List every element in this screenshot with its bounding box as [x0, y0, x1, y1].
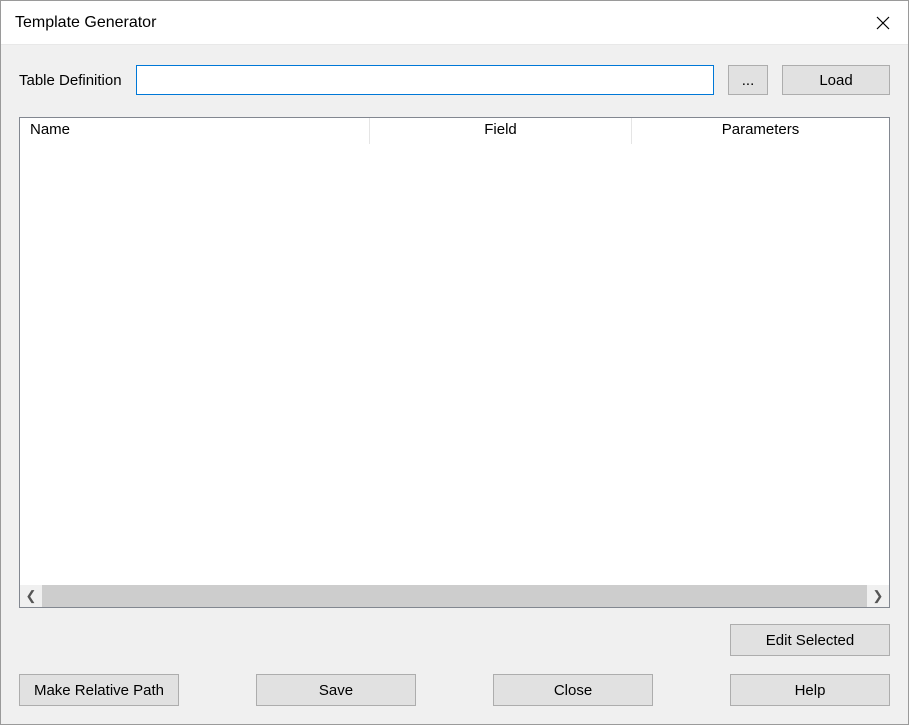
- titlebar: Template Generator: [1, 1, 908, 45]
- close-button[interactable]: Close: [493, 674, 653, 706]
- window: Template Generator Table Definition ... …: [0, 0, 909, 725]
- horizontal-scrollbar[interactable]: ❮ ❯: [20, 585, 889, 607]
- edit-selected-button[interactable]: Edit Selected: [730, 624, 890, 656]
- grid: Name Field Parameters ❮ ❯: [19, 117, 890, 608]
- column-header-field[interactable]: Field: [370, 118, 632, 144]
- column-header-parameters[interactable]: Parameters: [632, 118, 889, 144]
- scroll-left-icon[interactable]: ❮: [20, 585, 42, 607]
- scroll-right-icon[interactable]: ❯: [867, 585, 889, 607]
- make-relative-path-button[interactable]: Make Relative Path: [19, 674, 179, 706]
- scroll-thumb[interactable]: [42, 585, 867, 607]
- client-area: Table Definition ... Load Name Field Par…: [1, 45, 908, 724]
- table-definition-label: Table Definition: [19, 72, 122, 89]
- load-button[interactable]: Load: [782, 65, 890, 95]
- close-icon[interactable]: [858, 1, 908, 45]
- grid-header: Name Field Parameters: [20, 118, 889, 144]
- column-header-name[interactable]: Name: [20, 118, 370, 144]
- save-button[interactable]: Save: [256, 674, 416, 706]
- table-definition-row: Table Definition ... Load: [19, 65, 890, 95]
- grid-body[interactable]: [20, 144, 889, 585]
- help-button[interactable]: Help: [730, 674, 890, 706]
- table-definition-input[interactable]: [136, 65, 714, 95]
- browse-button[interactable]: ...: [728, 65, 768, 95]
- window-title: Template Generator: [15, 14, 156, 32]
